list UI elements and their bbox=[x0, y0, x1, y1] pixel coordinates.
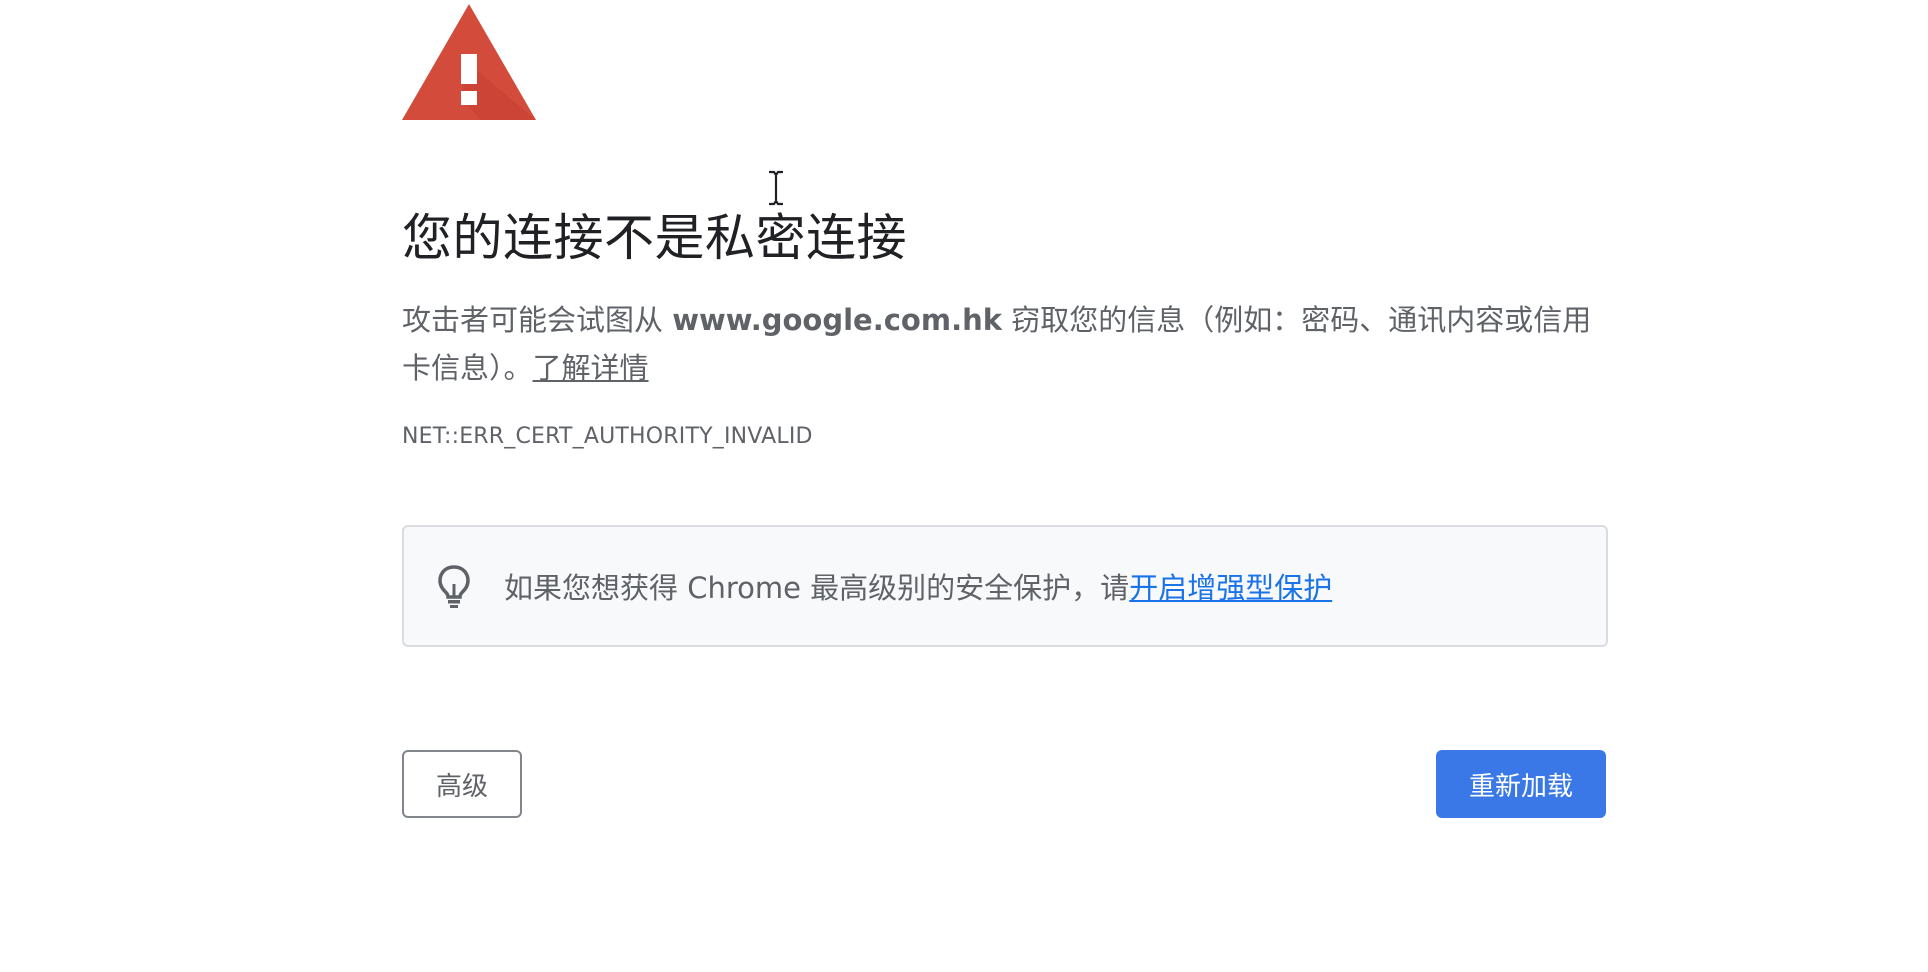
page-title: 您的连接不是私密连接 bbox=[402, 209, 907, 267]
advanced-button[interactable]: 高级 bbox=[402, 750, 522, 818]
lightbulb-icon bbox=[438, 565, 470, 608]
promo-message: 如果您想获得 Chrome 最高级别的安全保护，请 bbox=[504, 571, 1130, 605]
learn-more-link[interactable]: 了解详情 bbox=[533, 351, 649, 385]
explanation-prefix: 攻击者可能会试图从 bbox=[402, 303, 673, 337]
reload-button[interactable]: 重新加载 bbox=[1436, 750, 1606, 818]
warning-triangle-icon bbox=[402, 4, 536, 120]
enhanced-protection-link[interactable]: 开启增强型保护 bbox=[1129, 571, 1332, 605]
enhanced-protection-promo: 如果您想获得 Chrome 最高级别的安全保护，请开启增强型保护 bbox=[402, 525, 1608, 647]
error-code: NET::ERR_CERT_AUTHORITY_INVALID bbox=[402, 424, 813, 449]
domain-name: www.google.com.hk bbox=[672, 303, 1003, 337]
text-cursor-icon bbox=[769, 170, 783, 206]
explanation-paragraph: 攻击者可能会试图从 www.google.com.hk 窃取您的信息（例如：密码… bbox=[402, 296, 1608, 392]
promo-text: 如果您想获得 Chrome 最高级别的安全保护，请开启增强型保护 bbox=[504, 565, 1332, 607]
